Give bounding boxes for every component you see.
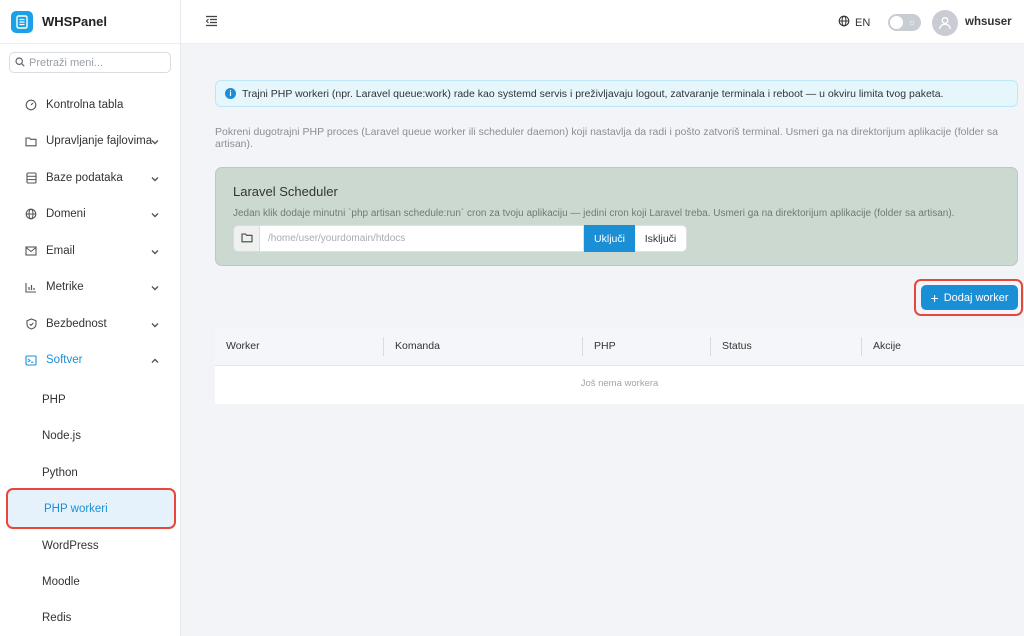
folder-icon [240, 232, 253, 246]
chevron-down-icon [151, 136, 159, 148]
sidebar-subitem-php[interactable]: PHP [0, 382, 181, 418]
chevron-down-icon [151, 209, 159, 221]
sidebar-item-label: Upravljanje fajlovima [46, 135, 153, 147]
search-icon [15, 56, 25, 70]
app-path-input[interactable] [260, 225, 584, 252]
shield-icon [25, 318, 37, 330]
add-worker-button[interactable]: + Dodaj worker [921, 285, 1018, 310]
sidebar-subitem-python[interactable]: Python [0, 455, 181, 491]
sidebar-subitem-redis[interactable]: Redis [0, 600, 181, 636]
sidebar-item-software[interactable]: Softver [0, 342, 181, 378]
sidebar-item-label: Kontrolna tabla [46, 99, 124, 111]
sidebar-item-email[interactable]: Email [0, 233, 181, 269]
globe-icon [25, 208, 37, 220]
column-header-worker: Worker [226, 340, 260, 352]
menu-search[interactable] [9, 52, 171, 73]
sidebar-item-label: Email [46, 245, 75, 257]
add-worker-label: Dodaj worker [943, 291, 1009, 304]
alert-text: Trajni PHP workeri (npr. Laravel queue:w… [242, 87, 944, 100]
mail-icon [25, 245, 37, 257]
sidebar-item-label: Metrike [46, 281, 84, 293]
server-icon [11, 10, 33, 33]
empty-state: Još nema workera [580, 378, 659, 389]
scheduler-controls: Uključi Isključi [233, 225, 687, 252]
column-header-php: PHP [594, 340, 616, 352]
sidebar-subitem-wordpress[interactable]: WordPress [0, 528, 181, 564]
sidebar-item-security[interactable]: Bezbednost [0, 306, 181, 342]
chevron-down-icon [151, 246, 159, 258]
laravel-scheduler-card: Laravel Scheduler Jedan klik dodaje minu… [215, 167, 1018, 266]
chevron-down-icon [151, 173, 159, 185]
sidebar-item-files[interactable]: Upravljanje fajlovima [0, 123, 181, 159]
brand-name: WHSPanel [42, 14, 108, 29]
sidebar-subitem-php-workers[interactable]: PHP workeri [6, 488, 176, 529]
sidebar-item-label: Bezbednost [46, 318, 107, 330]
sidebar-item-domains[interactable]: Domeni [0, 196, 181, 232]
sidebar: WHSPanel Kontrolna tabla Upravljanje faj… [0, 0, 181, 636]
sidebar-item-metrics[interactable]: Metrike [0, 269, 181, 305]
sidebar-item-label: Baze podataka [46, 172, 123, 184]
chart-icon [25, 281, 37, 293]
folder-icon [25, 135, 37, 147]
plus-icon: + [930, 289, 939, 306]
avatar[interactable] [932, 10, 958, 36]
sidebar-subitem-moodle[interactable]: Moodle [0, 564, 181, 600]
chevron-down-icon [151, 282, 159, 294]
language-switcher[interactable]: EN [838, 15, 870, 30]
column-divider [383, 337, 384, 356]
database-icon [25, 172, 37, 184]
table-header: Worker Komanda PHP Status Akcije [215, 327, 1024, 366]
sidebar-item-dashboard[interactable]: Kontrolna tabla [0, 87, 181, 123]
topbar: EN ☼ whsuser [181, 0, 1024, 44]
add-worker-highlight: + Dodaj worker [914, 279, 1023, 316]
column-header-status: Status [722, 340, 752, 352]
column-header-command: Komanda [395, 340, 440, 352]
page-description: Pokreni dugotrajni PHP proces (Laravel q… [215, 126, 999, 150]
column-divider [861, 337, 862, 356]
language-label: EN [855, 16, 871, 29]
scheduler-description: Jedan klik dodaje minutni `php artisan s… [233, 208, 955, 219]
gauge-icon [25, 99, 37, 111]
folder-picker-button[interactable] [233, 225, 260, 252]
sun-icon: ☼ [907, 17, 916, 27]
globe-icon [838, 15, 850, 30]
toggle-knob [890, 16, 903, 29]
search-input[interactable] [29, 56, 169, 69]
column-header-actions: Akcije [873, 340, 902, 352]
disable-scheduler-button[interactable]: Isključi [635, 225, 687, 252]
terminal-icon [25, 354, 37, 366]
username[interactable]: whsuser [965, 16, 1012, 28]
sidebar-subitem-nodejs[interactable]: Node.js [0, 418, 181, 454]
chevron-down-icon [151, 319, 159, 331]
sidebar-item-label: Softver [46, 354, 83, 366]
info-icon: i [225, 88, 236, 99]
workers-table: Worker Komanda PHP Status Akcije Još nem… [215, 327, 1024, 404]
theme-toggle[interactable]: ☼ [888, 14, 921, 31]
sidebar-item-label: Domeni [46, 208, 86, 220]
info-alert: i Trajni PHP workeri (npr. Laravel queue… [215, 80, 1018, 107]
menu-toggle-icon[interactable] [205, 15, 219, 29]
chevron-up-icon [151, 355, 159, 367]
sidebar-item-databases[interactable]: Baze podataka [0, 160, 181, 196]
column-divider [710, 337, 711, 356]
scheduler-title: Laravel Scheduler [233, 184, 338, 199]
enable-scheduler-button[interactable]: Uključi [584, 225, 635, 252]
brand[interactable]: WHSPanel [0, 0, 180, 44]
column-divider [582, 337, 583, 356]
